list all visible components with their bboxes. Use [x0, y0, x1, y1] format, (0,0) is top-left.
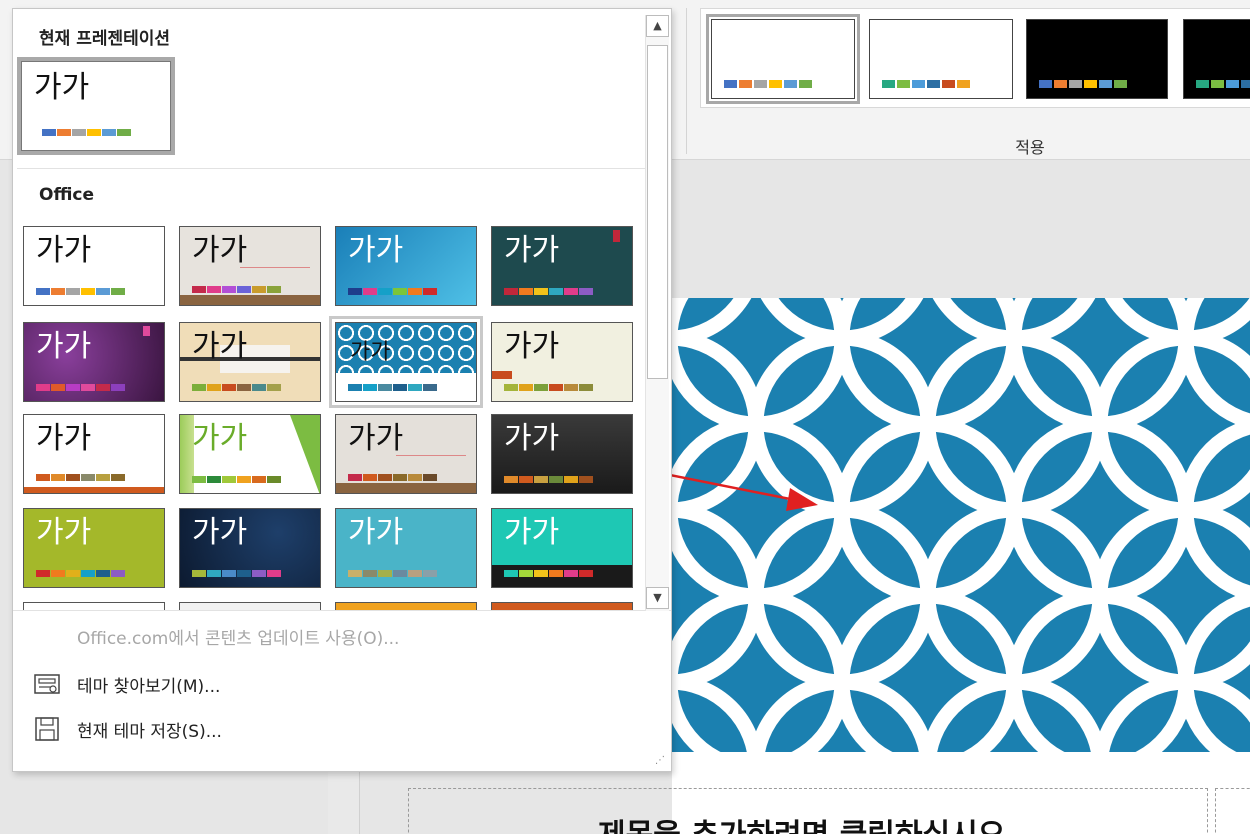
theme-thumb-partial[interactable]	[179, 602, 321, 610]
ribbon-theme-thumb[interactable]	[869, 19, 1013, 99]
theme-thumb-navy[interactable]: 가가	[179, 508, 321, 588]
menu-label: 테마 찾아보기(M)...	[77, 676, 221, 697]
gallery-scrollbar[interactable]: ▲ ▼	[645, 15, 669, 611]
thumb-sample-text: 가가	[348, 515, 404, 550]
theme-thumb-partial[interactable]	[335, 602, 477, 610]
theme-thumb-aqua[interactable]: 가가	[335, 508, 477, 588]
theme-thumb-dark[interactable]: 가가	[491, 414, 633, 494]
thumb-sample-text: 가가	[36, 515, 92, 550]
scroll-up-button[interactable]: ▲	[646, 15, 669, 37]
thumb-sample-text: 가가	[192, 515, 248, 550]
thumb-sample-text: 가가	[348, 233, 404, 268]
thumb-sample-text: 가가	[192, 233, 248, 268]
office-section-header: Office	[39, 185, 95, 205]
theme-thumb-organic[interactable]: 가가	[335, 414, 477, 494]
gallery-bottom-divider	[13, 610, 671, 611]
theme-thumb-celestial[interactable]: 가가	[23, 322, 165, 402]
menu-browse-themes[interactable]: 테마 찾아보기(M)...	[31, 669, 220, 699]
save-icon	[31, 715, 63, 743]
ribbon-theme-gallery	[700, 8, 1250, 108]
thumb-sample-text: 가가	[36, 233, 92, 268]
thumb-sample-text: 가가	[504, 421, 560, 456]
theme-thumb-green[interactable]: 가가	[23, 508, 165, 588]
ribbon-theme-thumb[interactable]	[706, 14, 860, 104]
theme-thumb-partial[interactable]	[23, 602, 165, 610]
ribbon-theme-thumb[interactable]	[1183, 19, 1250, 99]
slide-canvas[interactable]	[672, 298, 1250, 834]
thumb-sample-text: 가가	[504, 329, 560, 364]
theme-thumb-ion[interactable]: 가가	[335, 226, 477, 306]
theme-thumb-office[interactable]: 가가	[23, 226, 165, 306]
menu-save-current-theme[interactable]: 현재 테마 저장(S)...	[31, 714, 222, 744]
theme-thumb-wood[interactable]: 가가	[179, 226, 321, 306]
menu-label: Office.com에서 콘텐츠 업데이트 사용(O)...	[77, 628, 400, 649]
theme-gallery-dropdown: 현재 프레젠테이션 가가 Office 가가 가가 가가 가가 가가 가가 가가…	[12, 8, 672, 772]
theme-thumb-partial[interactable]	[491, 602, 633, 610]
theme-thumb-retrospect[interactable]: 가가	[23, 414, 165, 494]
theme-thumb-facet[interactable]: 가가	[179, 414, 321, 494]
thumb-sample-text: 가가	[192, 421, 248, 456]
resize-grip-icon[interactable]: ⋰	[655, 755, 667, 767]
menu-enable-office-updates: Office.com에서 콘텐츠 업데이트 사용(O)...	[77, 621, 399, 651]
browse-themes-icon	[31, 670, 63, 698]
thumb-sample-text: 가가	[192, 329, 248, 364]
section-divider	[17, 168, 647, 169]
theme-thumb-facet-cream[interactable]: 가가	[491, 322, 633, 402]
thumb-sample-text: 가가	[504, 515, 560, 550]
current-presentation-header: 현재 프레젠테이션	[39, 29, 171, 49]
slide-background-pattern	[672, 298, 1250, 752]
ribbon-theme-thumb[interactable]	[1026, 19, 1168, 99]
subtitle-placeholder-edge	[1215, 788, 1250, 834]
thumb-sample-text: 가가	[34, 70, 90, 105]
thumb-sample-text: 가가	[348, 421, 404, 456]
scroll-thumb[interactable]	[647, 45, 668, 379]
scroll-down-button[interactable]: ▼	[646, 587, 669, 609]
thumb-sample-text: 가가	[36, 329, 92, 364]
theme-thumb-ion-board[interactable]: 가가	[491, 226, 633, 306]
thumb-sample-text: 가가	[36, 421, 92, 456]
theme-thumb-parcel[interactable]: 가가	[179, 322, 321, 402]
ribbon-separator	[686, 8, 687, 154]
circle-pattern-graphic	[672, 298, 1250, 752]
menu-label: 현재 테마 저장(S)...	[77, 721, 222, 742]
thumb-sample-text: 가가	[504, 233, 560, 268]
theme-thumb-circuit-pattern[interactable]: 가가	[329, 316, 483, 408]
thumb-sample-text: 가가	[350, 340, 391, 365]
theme-thumb-teal[interactable]: 가가	[491, 508, 633, 588]
current-theme-thumb[interactable]: 가가	[17, 57, 175, 155]
ribbon-group-label-apply: 적용	[1015, 138, 1045, 157]
slide-title-text: 제목을 추가하려면 클릭하십시오	[598, 810, 1005, 834]
